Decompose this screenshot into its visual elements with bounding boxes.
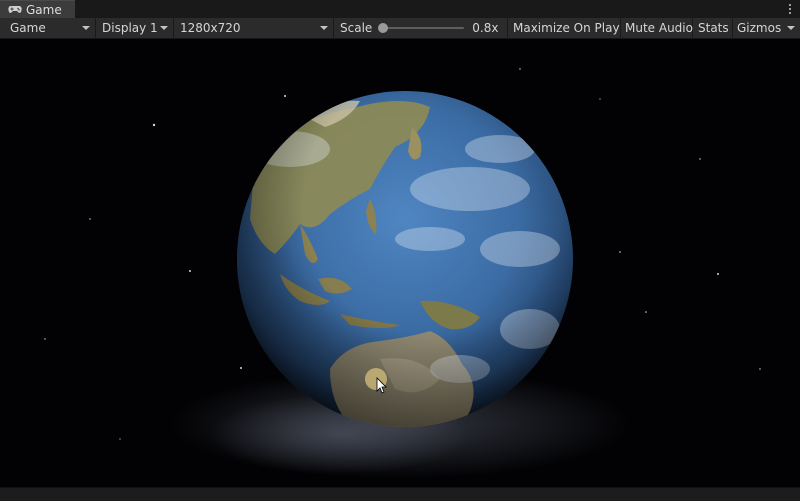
display-dropdown[interactable]: Display 1 <box>98 18 174 38</box>
chevron-down-icon[interactable] <box>787 26 795 30</box>
tab-label: Game <box>26 2 62 17</box>
scale-value: 0.8x <box>472 21 499 35</box>
chevron-down-icon <box>320 26 328 30</box>
scale-slider[interactable] <box>377 23 465 33</box>
kebab-menu-icon[interactable] <box>784 1 796 17</box>
tab-game[interactable]: Game <box>0 0 75 18</box>
scale-slider-handle[interactable] <box>377 23 388 33</box>
status-bar <box>0 487 800 501</box>
view-dropdown-label: Game <box>10 21 46 35</box>
game-viewport[interactable] <box>0 39 800 487</box>
view-dropdown[interactable]: Game <box>6 18 96 38</box>
scene-render <box>44 68 761 479</box>
resolution-dropdown-label: 1280x720 <box>180 21 241 35</box>
gizmos-button[interactable]: Gizmos <box>734 18 800 38</box>
maximize-on-play-button[interactable]: Maximize On Play <box>509 18 621 38</box>
scale-control: Scale 0.8x <box>336 18 508 38</box>
chevron-down-icon <box>82 26 90 30</box>
mute-audio-label: Mute Audio <box>625 21 693 35</box>
game-toolbar: Game Display 1 1280x720 Scale 0.8x Maxim… <box>0 18 800 39</box>
gizmos-label: Gizmos <box>737 21 782 35</box>
display-dropdown-label: Display 1 <box>102 21 158 35</box>
chevron-down-icon <box>160 26 168 30</box>
stats-label: Stats <box>698 21 729 35</box>
stats-button[interactable]: Stats <box>694 18 733 38</box>
resolution-dropdown[interactable]: 1280x720 <box>176 18 334 38</box>
scale-label: Scale <box>340 21 373 35</box>
gamepad-icon <box>8 6 22 13</box>
mute-audio-button[interactable]: Mute Audio <box>622 18 693 38</box>
maximize-on-play-label: Maximize On Play <box>513 21 620 35</box>
tab-strip: Game <box>0 0 800 19</box>
